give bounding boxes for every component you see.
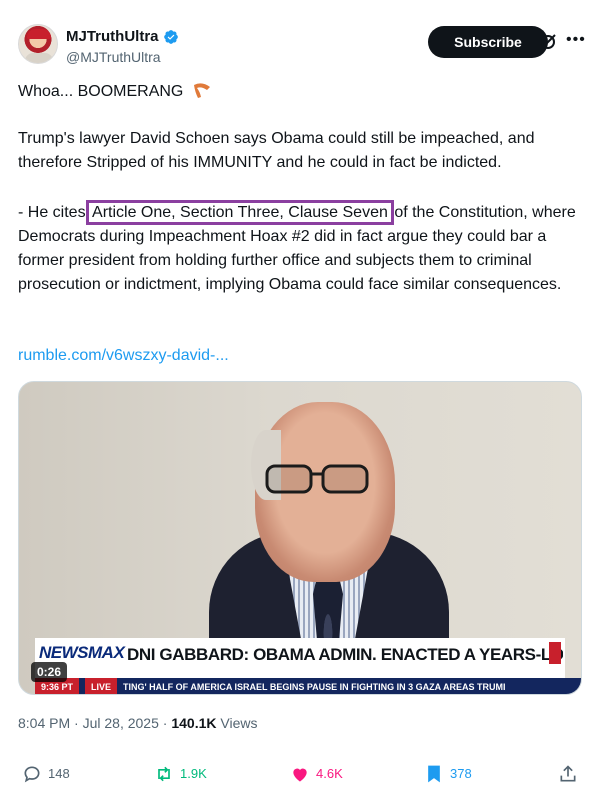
avatar-hat	[27, 29, 51, 39]
video-duration-badge: 0:26	[31, 662, 68, 682]
author-names: MJTruthUltra @MJTruthUltra	[66, 28, 179, 66]
reply-icon	[24, 766, 40, 783]
bookmark-count: 378	[450, 766, 472, 781]
bookmark-button[interactable]: 378	[424, 764, 472, 784]
ticker-live-badge: LIVE	[85, 678, 118, 694]
tweet-time[interactable]: 8:04 PM	[18, 715, 70, 731]
para3-before: - He cites	[18, 204, 91, 221]
tweet-meta: 8:04 PM · Jul 28, 2025 · 140.1K Views	[18, 715, 258, 731]
tweet-date[interactable]: Jul 28, 2025	[83, 715, 159, 731]
chyron-flag	[549, 642, 561, 664]
views-count: 140.1K	[171, 715, 217, 731]
like-button[interactable]: 4.6K	[290, 764, 343, 784]
tweet-line-1: Whoa... BOOMERANG	[18, 80, 212, 104]
subscribe-button[interactable]: Subscribe	[428, 26, 548, 58]
video-player[interactable]: NEWSMAX DNI GABBARD: OBAMA ADMIN. ENACTE…	[18, 381, 582, 695]
tweet-paragraph-2: Trump's lawyer David Schoen says Obama c…	[18, 130, 535, 171]
action-bar: 148 1.9K 4.6K 378	[18, 764, 578, 786]
share-button[interactable]	[558, 764, 578, 784]
highlighted-citation: Article One, Section Three, Clause Seven	[86, 200, 394, 225]
reply-button[interactable]: 148	[22, 764, 70, 784]
grok-icon[interactable]	[538, 32, 558, 52]
avatar[interactable]	[18, 24, 58, 64]
display-name-text: MJTruthUltra	[66, 28, 159, 45]
views-label: Views	[220, 715, 258, 731]
share-icon	[560, 765, 576, 782]
ticker-text: TING' HALF OF AMERICA ISRAEL BEGINS PAUS…	[123, 682, 506, 692]
author-handle[interactable]: @MJTruthUltra	[66, 48, 179, 66]
verified-badge-icon	[163, 30, 178, 44]
avatar-shirt	[25, 53, 53, 63]
chyron-headline: DNI GABBARD: OBAMA ADMIN. ENACTED A YEAR…	[127, 645, 563, 664]
video-person-glasses	[265, 464, 369, 494]
more-options-icon[interactable]: •••	[566, 30, 586, 50]
news-ticker: 9:36 PT LIVE TING' HALF OF AMERICA ISRAEL …	[35, 678, 581, 694]
author-display-name[interactable]: MJTruthUltra	[66, 28, 179, 46]
like-count: 4.6K	[316, 766, 343, 781]
heart-icon	[293, 768, 307, 782]
bookmark-icon	[428, 765, 440, 783]
repost-count: 1.9K	[180, 766, 207, 781]
tweet-paragraph-3: - He cites Article One, Section Three, C…	[18, 200, 578, 297]
repost-icon	[158, 766, 170, 782]
tweet-line-1-text: Whoa... BOOMERANG	[18, 83, 184, 100]
repost-button[interactable]: 1.9K	[154, 764, 207, 784]
reply-count: 148	[48, 766, 70, 781]
boomerang-emoji-icon	[193, 83, 210, 98]
tweet-header: MJTruthUltra @MJTruthUltra Subscribe •••	[18, 22, 585, 70]
rumble-link[interactable]: rumble.com/v6wszxy-david-...	[18, 344, 229, 368]
